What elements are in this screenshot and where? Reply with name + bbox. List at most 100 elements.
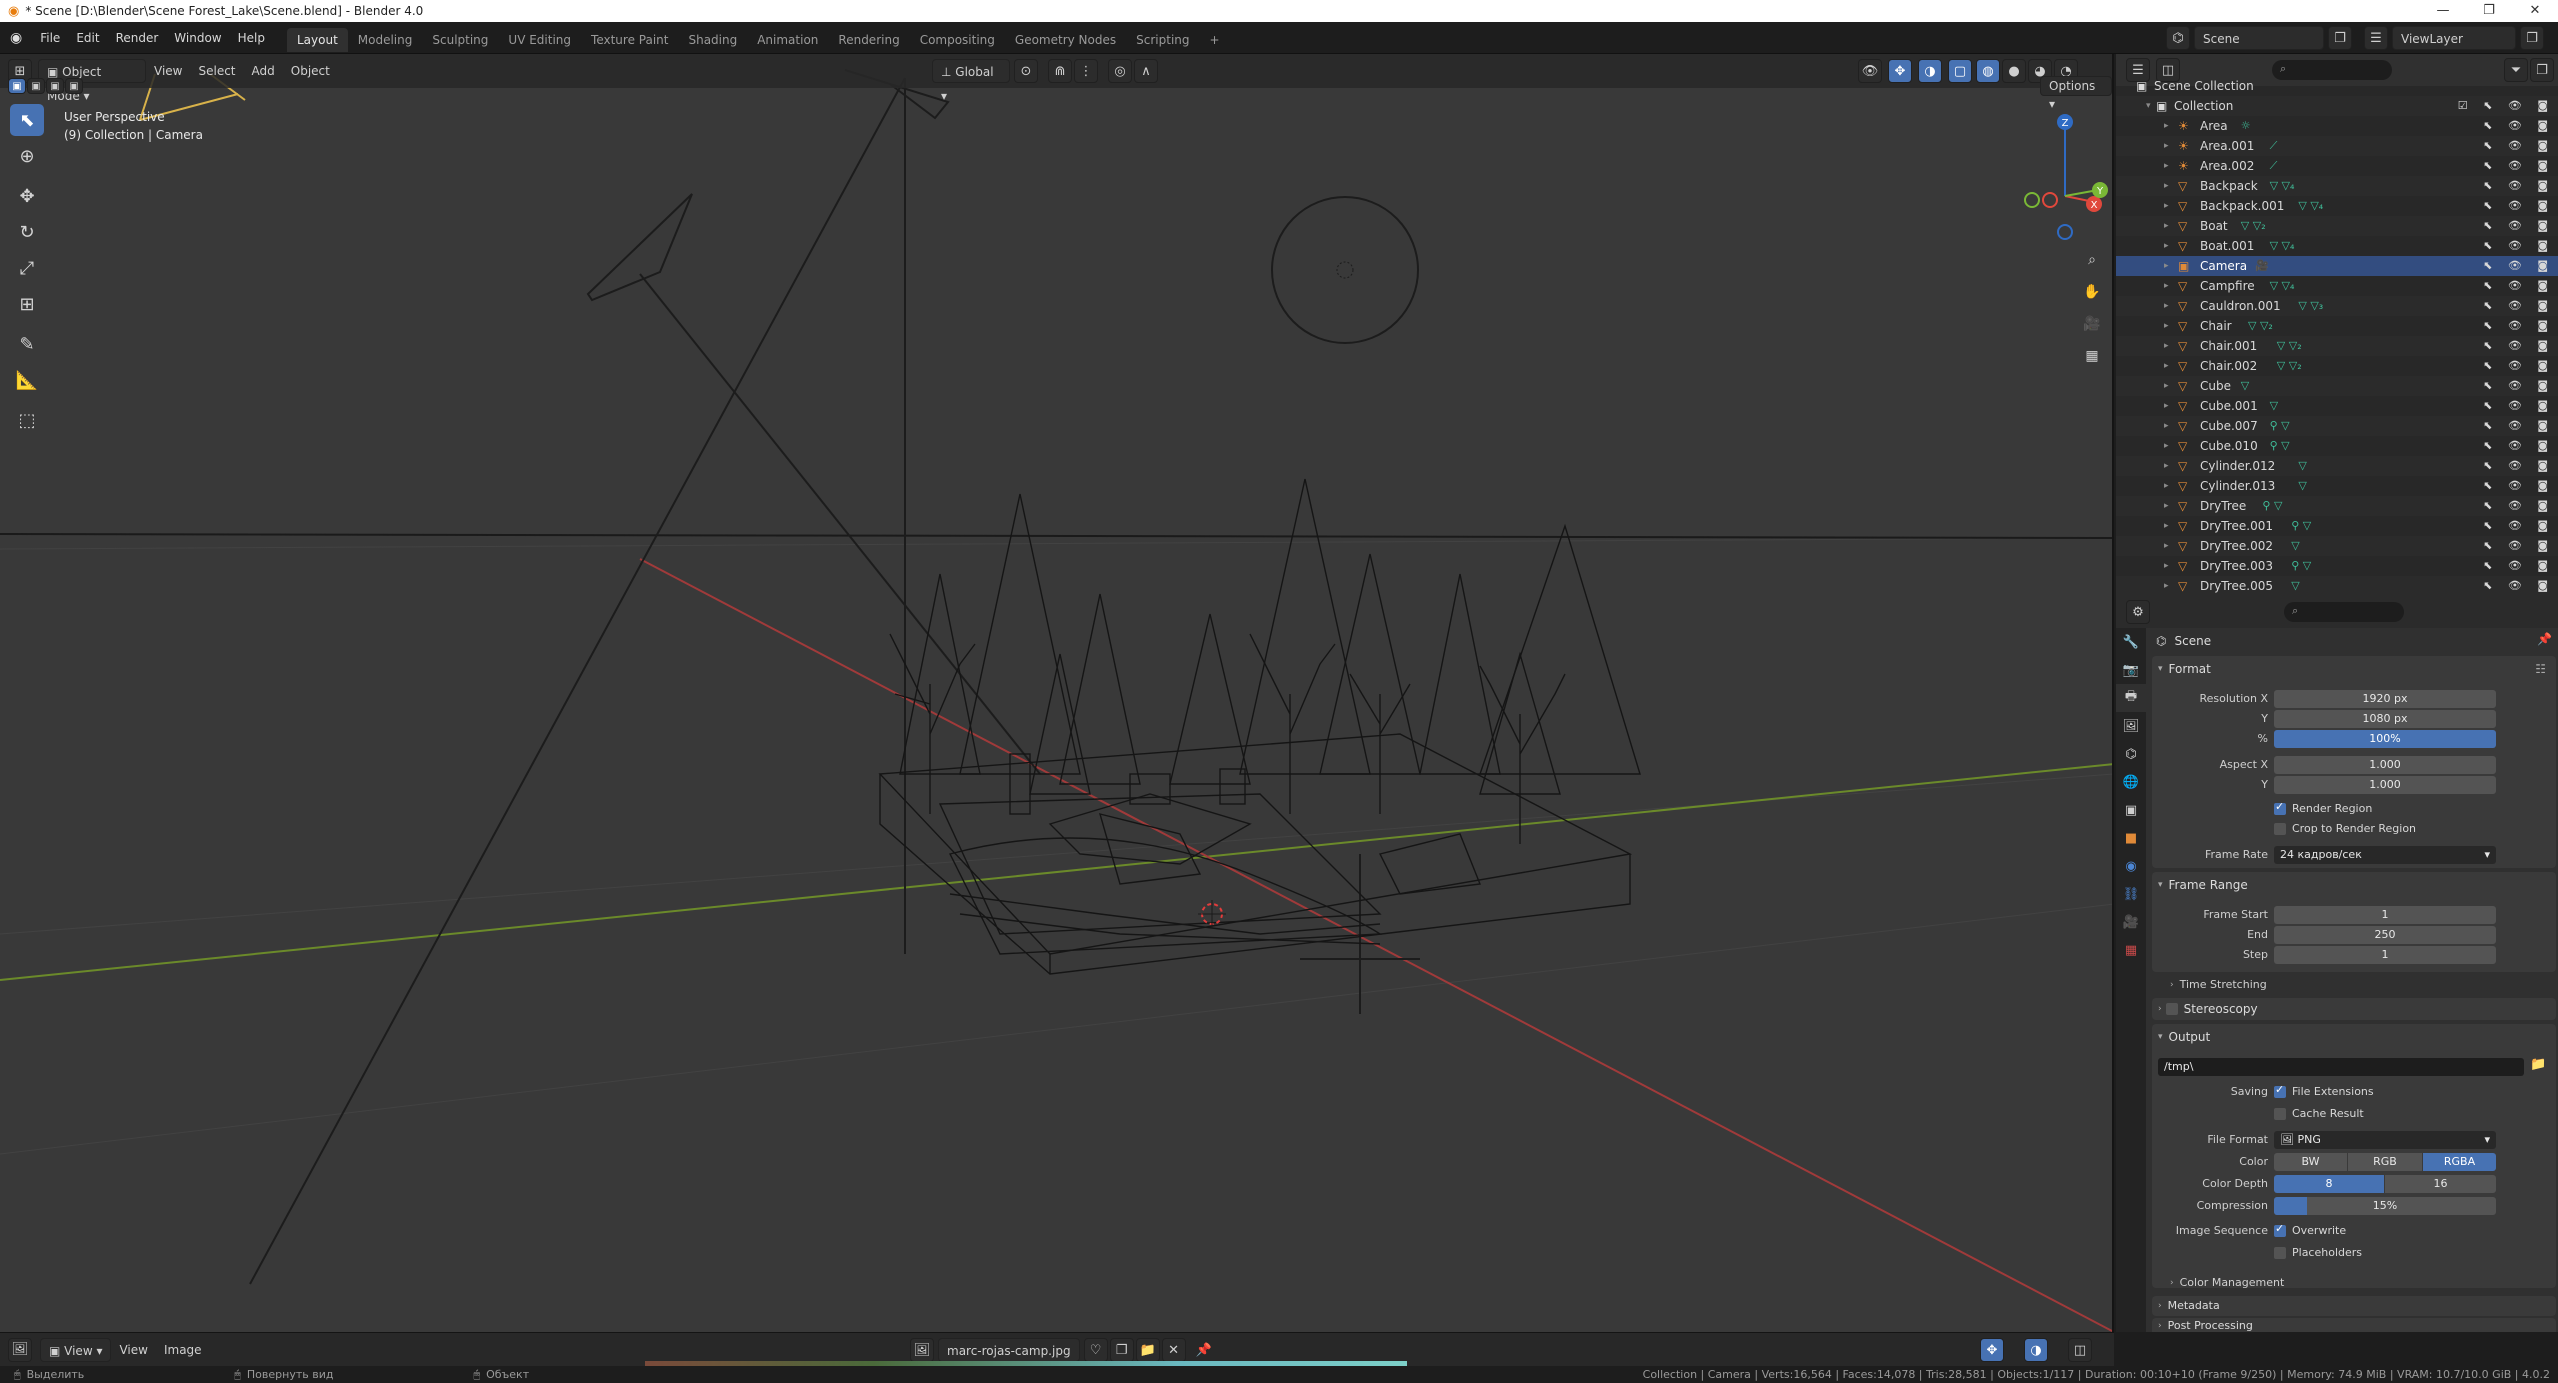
format-presets-icon[interactable]: ☷ — [2535, 662, 2546, 676]
visibility-toggle-icons[interactable]: ⬉ 👁 ◙ — [2483, 156, 2554, 176]
render-region-checkbox[interactable] — [2274, 800, 2286, 815]
outliner-item[interactable]: ▸ ▣ Camera 🎥 ⬉ 👁 ◙ — [2116, 256, 2558, 276]
visibility-toggle-icons[interactable]: ⬉ 👁 ◙ — [2483, 396, 2554, 416]
outliner-expand-icon[interactable]: ▸ — [2164, 536, 2169, 556]
pin-icon[interactable]: 📌 — [2537, 632, 2552, 646]
outliner-item[interactable]: ▸ ▽ Chair ▽ ▽₂ ⬉ 👁 ◙ — [2116, 316, 2558, 336]
object-data-icons[interactable]: ⚲ ▽ — [2291, 556, 2311, 576]
pivot-point-icon[interactable]: ⊙ — [1014, 59, 1038, 83]
scene-selector[interactable]: ⌬ Scene ❐ — [2166, 26, 2352, 50]
object-data-icons[interactable]: ▽ — [2298, 476, 2306, 496]
properties-editor-icon[interactable]: ⚙ — [2126, 600, 2150, 624]
constraints-tab-icon[interactable]: ⛓ — [2116, 880, 2146, 908]
gizmo-toggle-icon[interactable]: ✥ — [1888, 59, 1912, 83]
frame-end-field[interactable]: 250 — [2274, 926, 2496, 944]
pan-hand-icon[interactable]: ✋ — [2078, 278, 2106, 306]
tab-shading[interactable]: Shading — [678, 28, 747, 52]
camera-view-icon[interactable]: 🎥 — [2078, 310, 2106, 338]
outliner-expand-icon[interactable]: ▸ — [2164, 396, 2169, 416]
color-depth-8-option[interactable]: 8 — [2274, 1175, 2384, 1193]
object-data-icons[interactable]: ⟋ — [2270, 136, 2278, 156]
tab-geometry-nodes[interactable]: Geometry Nodes — [1005, 28, 1126, 52]
menu-help[interactable]: Help — [230, 22, 273, 54]
menu-window[interactable]: Window — [166, 22, 229, 54]
object-data-icons[interactable]: ⟋ — [2270, 156, 2278, 176]
output-path-input[interactable]: /tmp\ — [2158, 1058, 2524, 1076]
select-extend-icon[interactable]: ▣ — [27, 78, 45, 94]
rotate-tool-icon[interactable]: ↻ — [10, 216, 44, 248]
outliner-item[interactable]: ▸ ▽ Backpack ▽ ▽₄ ⬉ 👁 ◙ — [2116, 176, 2558, 196]
visibility-toggle-icons[interactable]: ⬉ 👁 ◙ — [2483, 176, 2554, 196]
visibility-toggle-icons[interactable]: ⬉ 👁 ◙ — [2483, 516, 2554, 536]
outliner-collection[interactable]: ▾ ▣ Collection ☑ ⬉ 👁 ◙ — [2116, 96, 2558, 116]
image-menu-view[interactable]: View — [111, 1338, 155, 1362]
outliner-expand-icon[interactable]: ▸ — [2164, 356, 2169, 376]
stereoscopy-checkbox[interactable] — [2165, 1003, 2178, 1015]
wireframe-shading-icon[interactable]: ◍ — [1976, 59, 2000, 83]
time-stretching-subpanel[interactable]: › Time Stretching — [2170, 978, 2267, 991]
image-browse-icon[interactable]: 🖼 — [910, 1338, 934, 1362]
outliner-expand-icon[interactable]: ▸ — [2164, 376, 2169, 396]
visibility-toggle-icons[interactable]: ⬉ 👁 ◙ — [2483, 216, 2554, 236]
tab-scripting[interactable]: Scripting — [1126, 28, 1199, 52]
resolution-y-field[interactable]: 1080 px — [2274, 710, 2496, 728]
visibility-toggle-icons[interactable]: ⬉ 👁 ◙ — [2483, 256, 2554, 276]
object-data-icons[interactable]: ▽ — [2291, 536, 2299, 556]
collection-expand-icon[interactable]: ▾ — [2146, 96, 2151, 116]
visibility-toggle-icons[interactable]: ⬉ 👁 ◙ — [2483, 496, 2554, 516]
outliner-expand-icon[interactable]: ▸ — [2164, 316, 2169, 336]
select-new-icon[interactable]: ▣ — [8, 78, 26, 94]
proportional-editing-icon[interactable]: ◎ — [1108, 59, 1132, 83]
object-data-icons[interactable]: ▽ — [2270, 396, 2278, 416]
visibility-toggle-icons[interactable]: ⬉ 👁 ◙ — [2483, 416, 2554, 436]
object-data-icons[interactable]: ▽ ▽₂ — [2277, 356, 2302, 376]
image-name-field[interactable]: marc-rojas-camp.jpg — [938, 1338, 1080, 1362]
visibility-toggle-icons[interactable]: ⬉ 👁 ◙ — [2483, 196, 2554, 216]
select-intersect-icon[interactable]: ▣ — [65, 78, 83, 94]
post-processing-header[interactable]: › Post Processing — [2158, 1319, 2253, 1332]
new-view-layer-icon[interactable]: ❐ — [2520, 26, 2544, 50]
visibility-toggle-icons[interactable]: ⬉ 👁 ◙ — [2483, 336, 2554, 356]
object-data-icons[interactable]: ▽ ▽₃ — [2298, 296, 2323, 316]
resolution-x-field[interactable]: 1920 px — [2274, 690, 2496, 708]
outliner-item[interactable]: ▸ ▽ Boat ▽ ▽₂ ⬉ 👁 ◙ — [2116, 216, 2558, 236]
object-data-icons[interactable]: 🎥 — [2255, 256, 2269, 276]
menu-edit[interactable]: Edit — [68, 22, 107, 54]
outliner-item[interactable]: ▸ ☀ Area.002 ⟋ ⬉ 👁 ◙ — [2116, 156, 2558, 176]
render-tab-icon[interactable]: 📷 — [2116, 656, 2146, 684]
outliner-item[interactable]: ▸ ☀ Area ☼ ⬉ 👁 ◙ — [2116, 116, 2558, 136]
measure-tool-icon[interactable]: 📐 — [10, 364, 44, 396]
outliner-item[interactable]: ▸ ▽ Cylinder.013 ▽ ⬉ 👁 ◙ — [2116, 476, 2558, 496]
visibility-toggle-icons[interactable]: ⬉ 👁 ◙ — [2483, 476, 2554, 496]
solid-shading-icon[interactable]: ● — [2002, 59, 2026, 83]
frame-range-header[interactable]: ▾ Frame Range — [2158, 878, 2248, 892]
viewport-menu-select[interactable]: Select — [190, 59, 243, 83]
select-box-tool-icon[interactable]: ⬉ — [10, 104, 44, 136]
output-panel-header[interactable]: ▾ Output — [2158, 1030, 2210, 1044]
snap-target-icon[interactable]: ⋮ — [1074, 59, 1098, 83]
outliner-item[interactable]: ▸ ▽ Chair.001 ▽ ▽₂ ⬉ 👁 ◙ — [2116, 336, 2558, 356]
outliner-expand-icon[interactable]: ▸ — [2164, 516, 2169, 536]
object-data-icons[interactable]: ☼ — [2241, 116, 2251, 136]
visibility-icon[interactable]: 👁 — [1858, 59, 1882, 83]
visibility-toggle-icons[interactable]: ⬉ 👁 ◙ — [2483, 356, 2554, 376]
outliner-item[interactable]: ▸ ▽ DryTree.003 ⚲ ▽ ⬉ 👁 ◙ — [2116, 556, 2558, 576]
tab-rendering[interactable]: Rendering — [828, 28, 909, 52]
xray-toggle-icon[interactable]: ▢ — [1948, 59, 1972, 83]
outliner-expand-icon[interactable]: ▸ — [2164, 196, 2169, 216]
outliner-expand-icon[interactable]: ▸ — [2164, 296, 2169, 316]
visibility-toggle-icons[interactable]: ⬉ 👁 ◙ — [2483, 456, 2554, 476]
add-cube-tool-icon[interactable]: ⬚ — [10, 404, 44, 436]
crop-region-checkbox[interactable] — [2274, 823, 2286, 835]
pin-image-icon[interactable]: 📌 — [1192, 1338, 1216, 1362]
outliner-expand-icon[interactable]: ▸ — [2164, 416, 2169, 436]
transform-tool-icon[interactable]: ⊞ — [10, 288, 44, 320]
tab-animation[interactable]: Animation — [747, 28, 828, 52]
visibility-toggle-icons[interactable]: ⬉ 👁 ◙ — [2483, 116, 2554, 136]
outliner-item[interactable]: ▸ ▽ Cauldron.001 ▽ ▽₃ ⬉ 👁 ◙ — [2116, 296, 2558, 316]
view-layer-selector[interactable]: ☰ ViewLayer ❐ — [2364, 26, 2544, 50]
annotate-tool-icon[interactable]: ✎ — [10, 328, 44, 360]
image-editor-type-icon[interactable]: 🖼 — [8, 1337, 32, 1362]
object-data-icons[interactable]: ⚲ ▽ — [2291, 516, 2311, 536]
outliner-item[interactable]: ▸ ▽ Cube ▽ ⬉ 👁 ◙ — [2116, 376, 2558, 396]
